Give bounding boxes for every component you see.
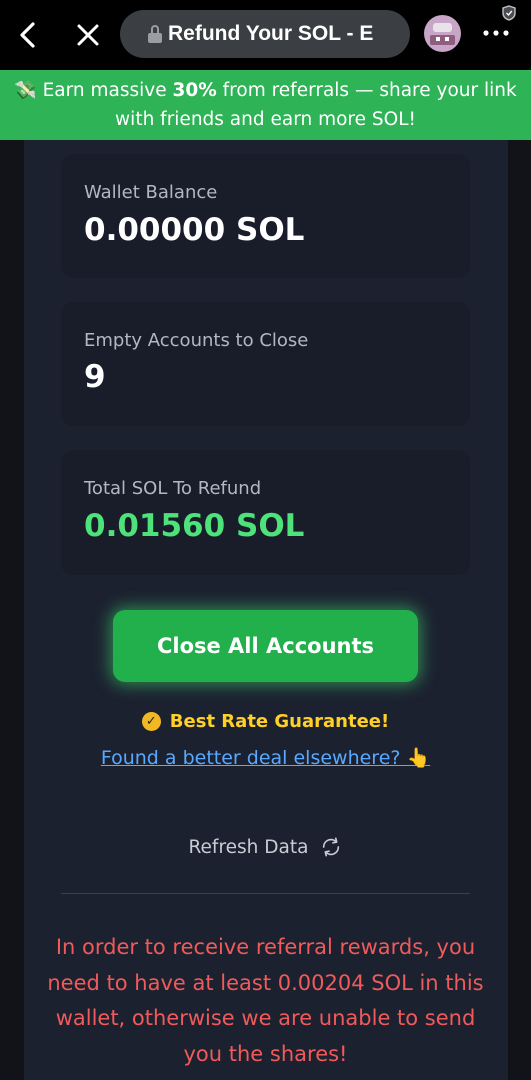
wallet-balance-card: Wallet Balance 0.00000 SOL	[61, 154, 470, 278]
close-all-accounts-button[interactable]: Close All Accounts	[113, 610, 418, 682]
address-bar[interactable]: Refund Your SOL - E	[120, 10, 410, 58]
lock-icon	[148, 25, 162, 43]
page-margin-left	[0, 140, 24, 1080]
total-refund-card: Total SOL To Refund 0.01560 SOL	[61, 450, 470, 575]
chevron-left-icon	[20, 22, 35, 48]
more-horizontal-icon	[483, 30, 509, 36]
best-rate-guarantee: ✓ Best Rate Guarantee!	[0, 711, 531, 732]
empty-accounts-label: Empty Accounts to Close	[84, 330, 309, 351]
section-divider	[61, 893, 470, 894]
wallet-balance-value: 0.00000 SOL	[84, 212, 305, 248]
total-refund-label: Total SOL To Refund	[84, 478, 262, 499]
refresh-label: Refresh Data	[188, 836, 309, 858]
banner-text-before: Earn massive	[42, 80, 173, 101]
page-margin-right	[508, 140, 531, 1080]
avatar[interactable]	[424, 15, 461, 52]
close-tab-button[interactable]	[68, 13, 108, 57]
empty-accounts-card: Empty Accounts to Close 9	[61, 302, 470, 426]
refresh-icon	[323, 837, 340, 857]
browser-toolbar: Refund Your SOL - E	[0, 0, 531, 70]
referral-warning-text: In order to receive referral rewards, yo…	[47, 935, 484, 1066]
referral-banner: 💸 Earn massive 30% from referrals — shar…	[0, 70, 531, 140]
guarantee-text: Best Rate Guarantee!	[169, 711, 390, 732]
banner-highlight: 30%	[172, 80, 217, 101]
money-wings-icon: 💸	[14, 80, 37, 101]
page-tab-title: Refund Your SOL - E	[168, 22, 374, 45]
more-options-button[interactable]	[478, 18, 514, 48]
wallet-balance-label: Wallet Balance	[84, 182, 218, 203]
total-refund-value: 0.01560 SOL	[84, 508, 305, 544]
refresh-data-button[interactable]: Refresh Data	[0, 836, 531, 858]
check-circle-icon: ✓	[141, 712, 161, 731]
back-button[interactable]	[8, 13, 48, 57]
empty-accounts-value: 9	[84, 359, 106, 395]
better-deal-link[interactable]: Found a better deal elsewhere? 👆	[0, 746, 531, 769]
close-icon	[77, 24, 99, 46]
